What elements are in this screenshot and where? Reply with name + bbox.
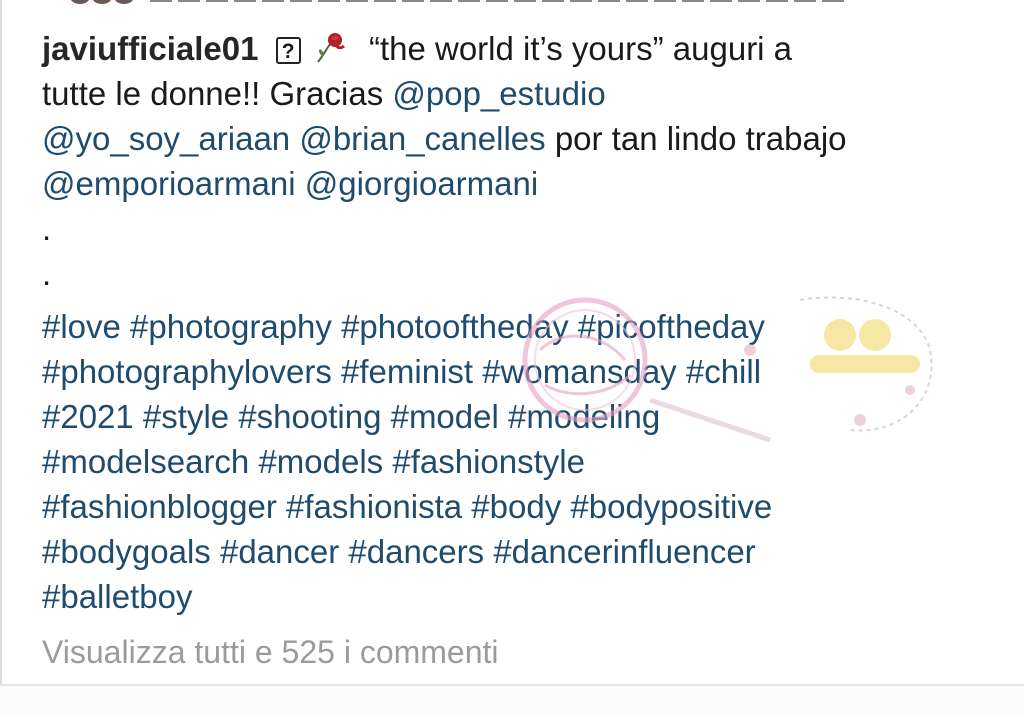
mention-link[interactable]: @emporioarmani [42, 165, 296, 202]
left-border [0, 0, 2, 716]
rose-icon [316, 33, 345, 63]
hashtag-line[interactable]: #fashionblogger #fashionista #body #body… [42, 484, 1002, 529]
caption-text: por tan lindo trabajo [554, 120, 847, 157]
hashtag-line[interactable]: #modelsearch #models #fashionstyle [42, 439, 1002, 484]
caption-text: tutte le donne!! Gracias [42, 75, 393, 112]
dot-separator: . [42, 255, 52, 292]
cropped-previous-row [0, 0, 1024, 8]
username-link[interactable]: javiufficiale01 [42, 30, 258, 67]
mention-link[interactable]: @yo_soy_ariaan [42, 120, 290, 157]
cropped-avatars [70, 0, 136, 4]
hashtag-line[interactable]: #photographylovers #feminist #womansday … [42, 349, 1002, 394]
mention-link[interactable]: @brian_canelles [299, 120, 545, 157]
hashtag-line[interactable]: #2021 #style #shooting #model #modeling [42, 394, 1002, 439]
mention-link[interactable]: @pop_estudio [392, 75, 605, 112]
unknown-glyph-icon: ? [275, 37, 301, 64]
view-all-comments-link[interactable]: Visualizza tutti e 525 i commenti [42, 634, 499, 671]
post-caption: javiufficiale01 ? “the world it’s yours”… [42, 26, 1002, 619]
caption-line-4: @emporioarmani @giorgioarmani [42, 161, 1002, 206]
caption-line-2: tutte le donne!! Gracias @pop_estudio [42, 71, 1002, 116]
hashtag-line[interactable]: #balletboy [42, 574, 1002, 619]
hashtag-line[interactable]: #bodygoals #dancer #dancers #dancerinflu… [42, 529, 1002, 574]
cropped-text [150, 0, 850, 2]
instagram-post-caption-screen: javiufficiale01 ? “the world it’s yours”… [0, 0, 1024, 716]
dot-separator: . [42, 210, 52, 247]
hashtag-line[interactable]: #love #photography #photooftheday #picof… [42, 304, 1002, 349]
mention-link[interactable]: @giorgioarmani [305, 165, 538, 202]
bottom-area [0, 686, 1024, 716]
caption-line-1: javiufficiale01 ? “the world it’s yours”… [42, 26, 1002, 71]
caption-text: “the world it’s yours” auguri a [368, 30, 793, 67]
caption-line-3: @yo_soy_ariaan @brian_canelles por tan l… [42, 116, 1002, 161]
